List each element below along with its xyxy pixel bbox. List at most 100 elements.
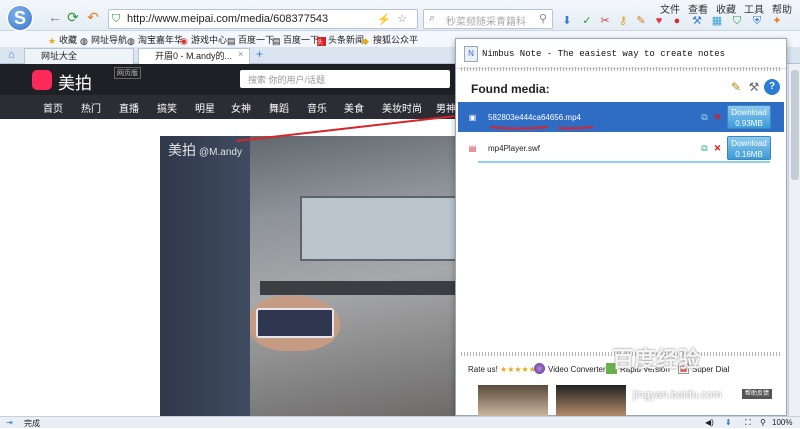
copy-icon[interactable]: ⧉ [699, 143, 710, 154]
search-icon: ⌕ [429, 12, 436, 24]
scroll-thumb[interactable] [791, 70, 799, 180]
shield-blue-icon[interactable]: ⛨ [750, 14, 764, 28]
version-badge: 网页版 [114, 67, 141, 79]
fullscreen-icon[interactable]: ⛶ [745, 418, 751, 428]
sidebar-toggle-icon[interactable]: ⇥ [6, 418, 13, 427]
fav-item[interactable]: ◆ 搜狐公众平 [362, 33, 418, 46]
tools-icon[interactable]: ⚒ [746, 79, 762, 95]
star-icon: ★ [48, 36, 57, 46]
site-name[interactable]: 美拍 [58, 69, 92, 94]
thumbnail[interactable] [556, 385, 626, 416]
broom-icon[interactable]: ✎ [728, 79, 744, 95]
popup-title: Nimbus Note - The easiest way to create … [482, 49, 726, 59]
download-button[interactable]: Download 0.93MB [727, 105, 771, 129]
tab-meipai[interactable]: 开眉0 - M.andy的... [138, 48, 250, 64]
page-scrollbar[interactable] [788, 64, 800, 416]
baidu-jingyan-watermark: 百度经验 [612, 347, 701, 372]
star-icon[interactable]: ☆ [397, 12, 407, 25]
converter-icon [534, 363, 545, 374]
popup-header: N Nimbus Note - The easiest way to creat… [456, 39, 786, 69]
nav-home[interactable]: 首页 [43, 100, 63, 115]
remove-icon[interactable]: ✕ [712, 143, 723, 154]
fav-item[interactable]: ◍ 淘宝嘉年华 [127, 33, 183, 46]
zoom-level[interactable]: 100% [772, 418, 792, 427]
pencil-icon[interactable]: ✎ [634, 14, 648, 28]
record-icon[interactable]: ● [670, 14, 684, 28]
nav-stars[interactable]: 明星 [195, 100, 215, 115]
key-icon[interactable]: ⚷ [616, 14, 630, 28]
site-search-input[interactable]: 搜索 你的用户/话题 [240, 70, 450, 88]
scissors-icon[interactable]: ✂ [598, 14, 612, 28]
video-window [300, 196, 455, 261]
underline-mark [489, 126, 594, 130]
magnifier-icon[interactable]: ⚲ [539, 12, 547, 25]
nav-hot[interactable]: 热门 [81, 100, 101, 115]
video-person [160, 136, 250, 416]
home-icon[interactable]: ⌂ [8, 49, 15, 61]
remove-icon[interactable]: ✕ [712, 112, 723, 123]
grid-icon[interactable]: ▦ [710, 14, 724, 28]
fav-item[interactable]: ★ 收藏 [48, 33, 77, 46]
nav-funny[interactable]: 搞笑 [157, 100, 177, 115]
tab-home[interactable]: 网址大全 [24, 48, 134, 64]
video-player[interactable] [160, 136, 455, 416]
new-tab-icon[interactable]: + [256, 47, 263, 61]
video-file-icon: ▣ [468, 113, 477, 122]
media-filename[interactable]: 582803e444ca64656.mp4 [488, 113, 581, 122]
refresh-icon[interactable]: ⟳ [64, 9, 82, 25]
news-icon: 头 [317, 37, 326, 46]
site-search-placeholder: 搜索 你的用户/话题 [248, 75, 326, 85]
nav-live[interactable]: 直播 [119, 100, 139, 115]
fav-item[interactable]: ▤ 百度一下 [227, 33, 274, 46]
fav-item[interactable]: ▤ 百度一下 [272, 33, 319, 46]
fav-item[interactable]: ◍ 网址导航 [80, 33, 127, 46]
globe-icon: ◍ [127, 36, 135, 46]
fav-item[interactable]: 头头条新闻 [317, 33, 364, 46]
heart-icon[interactable]: ♥ [652, 14, 666, 28]
copy-icon[interactable]: ⧉ [699, 112, 710, 123]
meipai-logo-icon[interactable] [32, 70, 52, 90]
download-button[interactable]: Download 0.16MB [727, 136, 771, 160]
status-text: 完成 [24, 419, 40, 428]
download-icon[interactable]: ⬇ [560, 14, 574, 28]
back-arrow-icon[interactable]: ← [46, 9, 64, 25]
browser-logo[interactable]: S [6, 4, 34, 32]
found-media-label: Found media: [471, 82, 550, 96]
shield-icon: ⛉ [112, 13, 121, 25]
lightning-icon[interactable]: ⚡ [377, 13, 391, 26]
media-filename[interactable]: mp4Player.swf [488, 144, 540, 153]
video-converter-link[interactable]: Video Converter [548, 365, 606, 374]
progress-line [478, 161, 770, 163]
address-bar[interactable]: ⛉ http://www.meipai.com/media/608377543 … [108, 9, 418, 29]
fav-item[interactable]: ◉ 游戏中心 [180, 33, 227, 46]
zoom-icon[interactable]: ⚲ [760, 418, 766, 427]
download-manager-icon[interactable]: ⬇ [725, 418, 732, 427]
rate-us-link[interactable]: Rate us! ★★★★★ [468, 365, 536, 374]
page-icon: ▤ [272, 36, 281, 46]
media-row[interactable]: ▤ mp4Player.swf ⧉ ✕ Download 0.16MB [458, 133, 784, 163]
close-tab-icon[interactable]: × [238, 49, 243, 59]
divider [461, 67, 781, 71]
video-watermark: 美拍 @M.andy [168, 142, 242, 158]
address-text[interactable]: http://www.meipai.com/media/608377543 [127, 13, 328, 25]
game-icon: ◉ [180, 36, 188, 46]
undo-icon[interactable]: ↶ [84, 9, 102, 25]
tag-icon[interactable]: ⛉ [730, 14, 744, 28]
wrench-icon[interactable]: ⚒ [690, 14, 704, 28]
gift-icon[interactable]: ✦ [770, 14, 784, 28]
globe-icon: ◍ [80, 36, 88, 46]
shield-check-icon[interactable]: ✓ [580, 14, 594, 28]
video-cards [256, 308, 334, 338]
annotation-line [236, 115, 456, 142]
nimbus-icon: N [464, 46, 478, 62]
thumbnail[interactable] [478, 385, 548, 416]
feedback-button[interactable]: 帮助反馈 [742, 389, 772, 399]
video-wall [260, 281, 455, 295]
help-icon[interactable]: ? [764, 79, 780, 95]
browser-toolbar: S ← ⟳ ↶ ⛉ http://www.meipai.com/media/60… [0, 0, 800, 32]
page-icon: ▤ [227, 36, 236, 46]
sohu-icon: ◆ [362, 36, 369, 46]
volume-icon[interactable]: ◀) [705, 418, 714, 427]
search-box[interactable]: ⌕ 秒菜频随采青籍科 ⚲ [423, 9, 553, 29]
search-placeholder: 秒菜频随采青籍科 [446, 17, 526, 28]
